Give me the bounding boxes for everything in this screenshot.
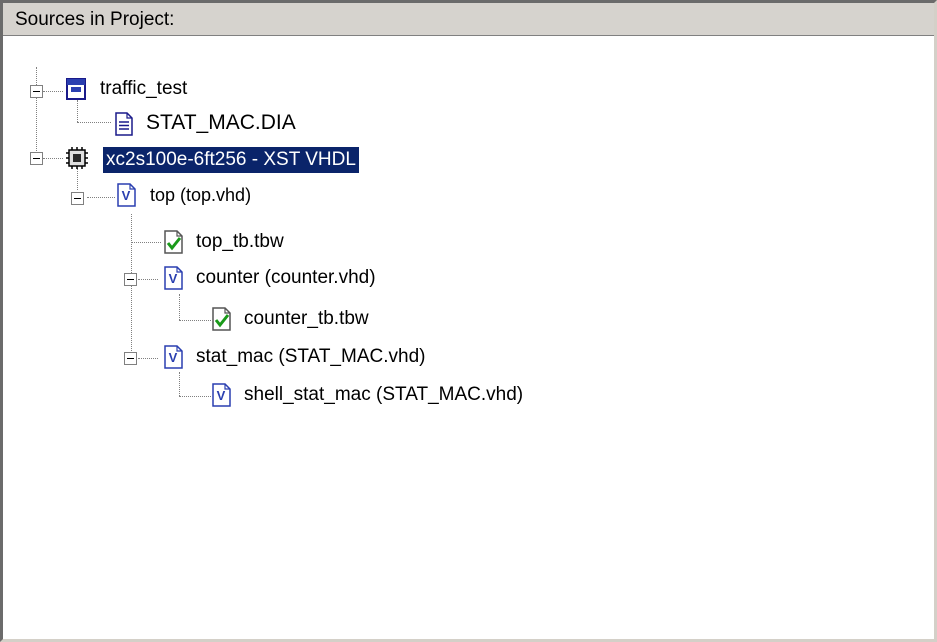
svg-text:V: V bbox=[169, 271, 178, 286]
sources-tree[interactable]: traffic_test STAT_MAC.DIA xc2s100e-6ft25… bbox=[3, 36, 934, 639]
tree-connector bbox=[138, 358, 158, 359]
svg-text:V: V bbox=[169, 350, 178, 365]
testbench-icon bbox=[211, 307, 233, 331]
tree-connector bbox=[77, 122, 111, 123]
vhdl-file-icon: V bbox=[211, 383, 233, 407]
collapse-toggle[interactable] bbox=[124, 273, 137, 286]
chip-icon bbox=[65, 146, 88, 170]
tree-item-top[interactable]: top (top.vhd) bbox=[147, 182, 254, 208]
tree-connector bbox=[43, 158, 63, 159]
tree-item-shell-stat-mac[interactable]: shell_stat_mac (STAT_MAC.vhd) bbox=[241, 382, 526, 408]
tree-item-traffic-test[interactable]: traffic_test bbox=[97, 76, 190, 102]
tree-item-counter-tb[interactable]: counter_tb.tbw bbox=[241, 306, 372, 332]
collapse-toggle[interactable] bbox=[124, 352, 137, 365]
tree-connector bbox=[43, 91, 63, 92]
tree-connector bbox=[131, 242, 161, 243]
tree-connector bbox=[77, 100, 78, 122]
tree-connector bbox=[179, 372, 180, 396]
sources-window: Sources in Project: traffic_test STAT_MA… bbox=[0, 0, 937, 642]
svg-text:V: V bbox=[217, 388, 226, 403]
vhdl-file-icon: V bbox=[116, 183, 138, 207]
document-icon bbox=[113, 112, 135, 136]
tree-connector bbox=[36, 67, 37, 157]
panel-title: Sources in Project: bbox=[15, 9, 175, 30]
collapse-toggle[interactable] bbox=[30, 85, 43, 98]
tree-connector bbox=[179, 320, 211, 321]
tree-item-counter[interactable]: counter (counter.vhd) bbox=[193, 265, 379, 291]
vhdl-file-icon: V bbox=[163, 345, 185, 369]
tree-connector bbox=[131, 214, 132, 359]
tree-item-stat-mac[interactable]: stat_mac (STAT_MAC.vhd) bbox=[193, 344, 428, 370]
tree-connector bbox=[179, 294, 180, 320]
project-icon bbox=[65, 77, 87, 101]
panel-header: Sources in Project: bbox=[3, 3, 934, 36]
collapse-toggle[interactable] bbox=[30, 152, 43, 165]
tree-connector bbox=[179, 396, 211, 397]
tree-connector bbox=[77, 168, 78, 190]
testbench-icon bbox=[163, 230, 185, 254]
tree-item-device-selected[interactable]: xc2s100e-6ft256 - XST VHDL bbox=[102, 146, 360, 174]
tree-item-stat-mac-dia[interactable]: STAT_MAC.DIA bbox=[143, 110, 299, 136]
tree-connector bbox=[87, 197, 115, 198]
vhdl-file-icon: V bbox=[163, 266, 185, 290]
tree-item-top-tb[interactable]: top_tb.tbw bbox=[193, 229, 287, 255]
collapse-toggle[interactable] bbox=[71, 192, 84, 205]
tree-connector bbox=[138, 279, 158, 280]
svg-text:V: V bbox=[122, 188, 131, 203]
